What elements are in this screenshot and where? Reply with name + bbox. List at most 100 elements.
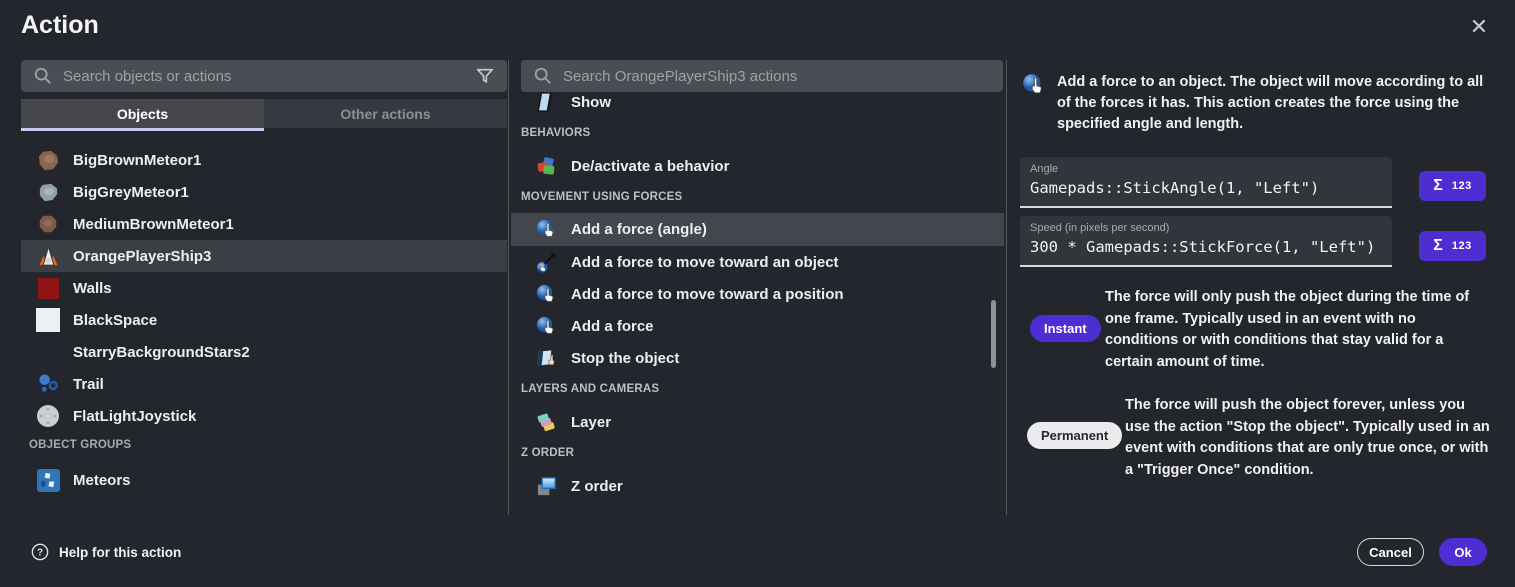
sigma-icon: Σ: [1433, 177, 1443, 195]
action-row[interactable]: Add a force: [511, 310, 1004, 342]
svg-text:?: ?: [37, 548, 43, 559]
object-row[interactable]: FlatLightJoystick: [21, 400, 507, 432]
spaceship-icon: [36, 244, 60, 268]
object-label: MediumBrownMeteor1: [73, 216, 234, 233]
action-label: Z order: [571, 478, 623, 495]
empty-icon: [36, 340, 60, 364]
ok-button[interactable]: Ok: [1439, 538, 1487, 566]
object-row[interactable]: StarryBackgroundStars2: [21, 336, 507, 368]
object-group-row[interactable]: Meteors: [21, 464, 507, 496]
section-header: MOVEMENT USING FORCES: [521, 191, 682, 203]
action-row[interactable]: De/activate a behavior: [511, 150, 1004, 182]
action-label: Show: [571, 94, 611, 111]
object-row[interactable]: MediumBrownMeteor1: [21, 208, 507, 240]
behavior-icon: [534, 154, 558, 178]
action-label: Add a force (angle): [571, 221, 707, 238]
action-row[interactable]: Layer: [511, 406, 1004, 438]
object-label: Walls: [73, 280, 112, 297]
brown-meteor-icon: [36, 212, 60, 236]
panel-divider: [1006, 60, 1007, 515]
permanent-button[interactable]: Permanent: [1027, 422, 1122, 449]
object-row-selected[interactable]: OrangePlayerShip3: [21, 240, 507, 272]
tab-other-actions-label: Other actions: [340, 106, 430, 122]
action-label: Stop the object: [571, 350, 679, 367]
speed-field-label: Speed (in pixels per second): [1030, 222, 1392, 234]
force-icon: [1021, 72, 1047, 98]
red-square-icon: [36, 276, 60, 300]
action-label: De/activate a behavior: [571, 158, 729, 175]
action-row-selected[interactable]: Add a force (angle): [511, 213, 1004, 246]
brown-meteor-icon: [36, 148, 60, 172]
white-square-icon: [36, 308, 60, 332]
objects-search-bar[interactable]: [21, 60, 507, 92]
section-header: Z ORDER: [521, 447, 574, 459]
stop-object-icon: [534, 346, 558, 370]
z-order-icon: [534, 474, 558, 498]
object-label: StarryBackgroundStars2: [73, 344, 250, 361]
action-row[interactable]: Stop the object: [511, 342, 1004, 374]
action-row[interactable]: Add a force to move toward a position: [511, 278, 1004, 310]
object-row[interactable]: BigBrownMeteor1: [21, 144, 507, 176]
speed-expression-button[interactable]: Σ 123: [1419, 231, 1486, 261]
layers-icon: [534, 410, 558, 434]
object-row[interactable]: BlackSpace: [21, 304, 507, 336]
object-row[interactable]: Walls: [21, 272, 507, 304]
filter-icon[interactable]: [475, 66, 495, 86]
action-row[interactable]: Add a force to move toward an object: [511, 246, 1004, 278]
tab-objects-label: Objects: [117, 106, 168, 122]
section-header: LAYERS AND CAMERAS: [521, 383, 659, 395]
action-row[interactable]: Show: [511, 86, 1004, 118]
help-label: Help for this action: [59, 545, 181, 560]
tab-objects[interactable]: Objects: [21, 99, 264, 128]
meteors-group-icon: [36, 468, 60, 492]
speed-field-value[interactable]: 300 * Gamepads::StickForce(1, "Left"): [1030, 238, 1392, 256]
action-description: Add a force to an object. The object wil…: [1057, 72, 1489, 135]
angle-field-value[interactable]: Gamepads::StickAngle(1, "Left"): [1030, 179, 1392, 197]
scrollbar-thumb[interactable]: [991, 300, 996, 368]
instant-button[interactable]: Instant: [1030, 315, 1101, 342]
object-row[interactable]: Trail: [21, 368, 507, 400]
tab-other-actions[interactable]: Other actions: [264, 99, 507, 128]
permanent-description: The force will push the object forever, …: [1125, 395, 1490, 481]
show-icon: [534, 90, 558, 114]
force-icon: [534, 314, 558, 338]
angle-expression-button[interactable]: Σ 123: [1419, 171, 1486, 201]
object-label: BigBrownMeteor1: [73, 152, 201, 169]
object-label: OrangePlayerShip3: [73, 248, 211, 265]
help-link[interactable]: ? Help for this action: [31, 543, 181, 561]
angle-field[interactable]: Angle Gamepads::StickAngle(1, "Left"): [1020, 157, 1392, 208]
instant-description: The force will only push the object duri…: [1105, 287, 1493, 373]
action-row[interactable]: Z order: [511, 470, 1004, 502]
action-label: Layer: [571, 414, 611, 431]
object-label: Trail: [73, 376, 104, 393]
cancel-button[interactable]: Cancel: [1357, 538, 1424, 566]
action-label: Add a force: [571, 318, 654, 335]
speed-field[interactable]: Speed (in pixels per second) 300 * Gamep…: [1020, 216, 1392, 267]
numbers-icon: 123: [1452, 240, 1472, 252]
object-groups-header: OBJECT GROUPS: [29, 439, 131, 451]
action-dialog: Action ✕ Objects Other actions BigBrownM…: [0, 0, 1515, 587]
trail-dots-icon: [36, 372, 60, 396]
action-label: Add a force to move toward an object: [571, 254, 839, 271]
close-icon[interactable]: ✕: [1462, 10, 1496, 44]
grey-meteor-icon: [36, 180, 60, 204]
force-icon: [534, 218, 558, 242]
angle-field-label: Angle: [1030, 163, 1392, 175]
object-row[interactable]: BigGreyMeteor1: [21, 176, 507, 208]
object-label: FlatLightJoystick: [73, 408, 196, 425]
panel-divider: [508, 60, 509, 515]
joystick-icon: [36, 404, 60, 428]
force-toward-object-icon: [534, 250, 558, 274]
force-icon: [534, 282, 558, 306]
actions-search-input[interactable]: [563, 68, 991, 85]
sigma-icon: Σ: [1433, 237, 1443, 255]
dialog-title: Action: [21, 11, 99, 40]
object-label: BigGreyMeteor1: [73, 184, 189, 201]
object-label: BlackSpace: [73, 312, 157, 329]
object-group-label: Meteors: [73, 472, 131, 489]
search-icon: [33, 66, 53, 86]
objects-search-input[interactable]: [63, 68, 465, 85]
help-icon: ?: [31, 543, 49, 561]
numbers-icon: 123: [1452, 180, 1472, 192]
action-label: Add a force to move toward a position: [571, 286, 844, 303]
